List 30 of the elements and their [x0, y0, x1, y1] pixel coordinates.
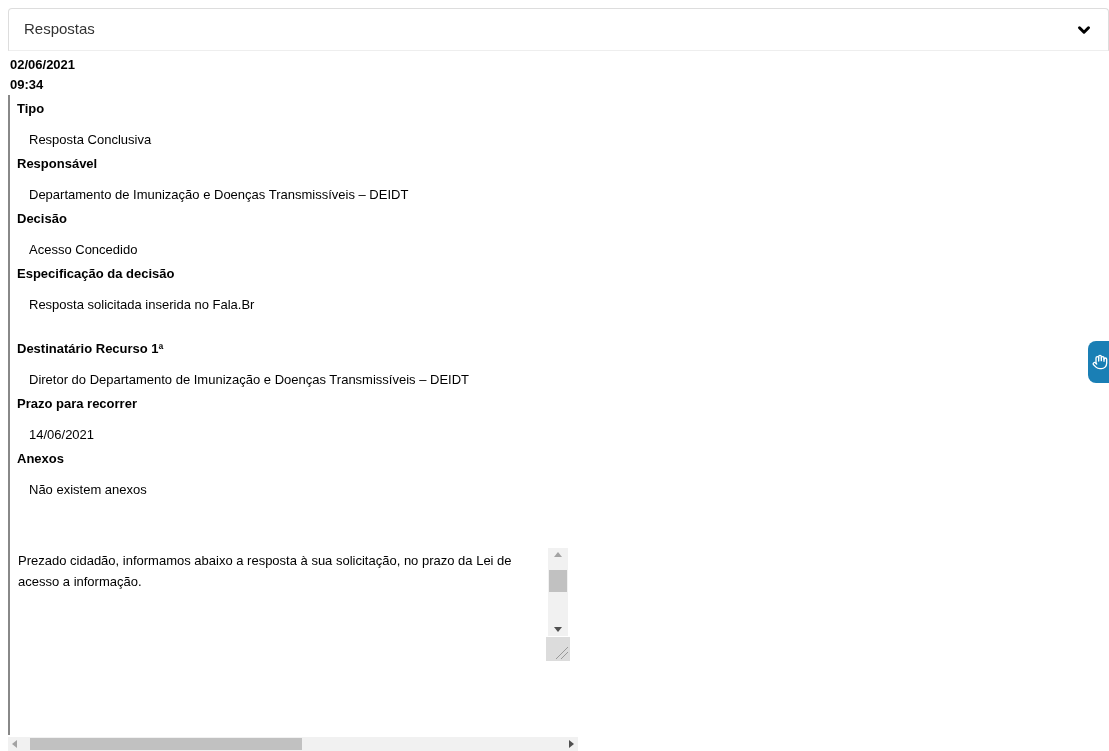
- field-label: Responsável: [17, 155, 99, 173]
- field-value: Departamento de Imunização e Doenças Transmissíveis – DEIDT: [28, 186, 410, 204]
- vertical-scrollbar[interactable]: [548, 548, 568, 636]
- scrollbar-thumb[interactable]: [30, 738, 302, 750]
- field-value: Resposta solicitada inserida no Fala.Br: [28, 296, 256, 314]
- field-label: Destinatário Recurso 1ª: [17, 340, 165, 358]
- response-text-field[interactable]: Prezado cidadão, informamos abaixo a resposta à sua solicitação, no prazo da Lei de acesso a informação.: [17, 548, 570, 661]
- field-value: Diretor do Departamento de Imunização e Doenças Transmissíveis – DEIDT: [28, 371, 471, 389]
- field-value: Acesso Concedido: [28, 241, 139, 259]
- scroll-up-icon[interactable]: [554, 552, 562, 557]
- field-value: 14/06/2021: [28, 426, 96, 444]
- hand-icon: [1092, 354, 1108, 370]
- panel-header[interactable]: Respostas: [8, 8, 1109, 51]
- field-label: Especificação da decisão: [17, 265, 176, 283]
- scroll-right-icon[interactable]: [569, 740, 574, 748]
- panel-title: Respostas: [24, 19, 95, 40]
- response-date: 02/06/2021: [10, 56, 77, 74]
- scroll-left-icon[interactable]: [12, 740, 17, 748]
- field-label: Decisão: [17, 210, 68, 228]
- scrollbar-thumb[interactable]: [549, 570, 567, 592]
- field-label: Anexos: [17, 450, 65, 468]
- scroll-down-icon[interactable]: [554, 627, 562, 632]
- response-time: 09:34: [10, 76, 45, 94]
- field-value: Não existem anexos: [28, 481, 148, 499]
- resize-handle-icon[interactable]: [546, 637, 570, 661]
- horizontal-scrollbar[interactable]: [8, 737, 578, 751]
- accessibility-button[interactable]: [1088, 341, 1109, 383]
- field-value: Resposta Conclusiva: [28, 131, 153, 149]
- field-label: Prazo para recorrer: [17, 395, 138, 413]
- field-label: Tipo: [17, 100, 46, 118]
